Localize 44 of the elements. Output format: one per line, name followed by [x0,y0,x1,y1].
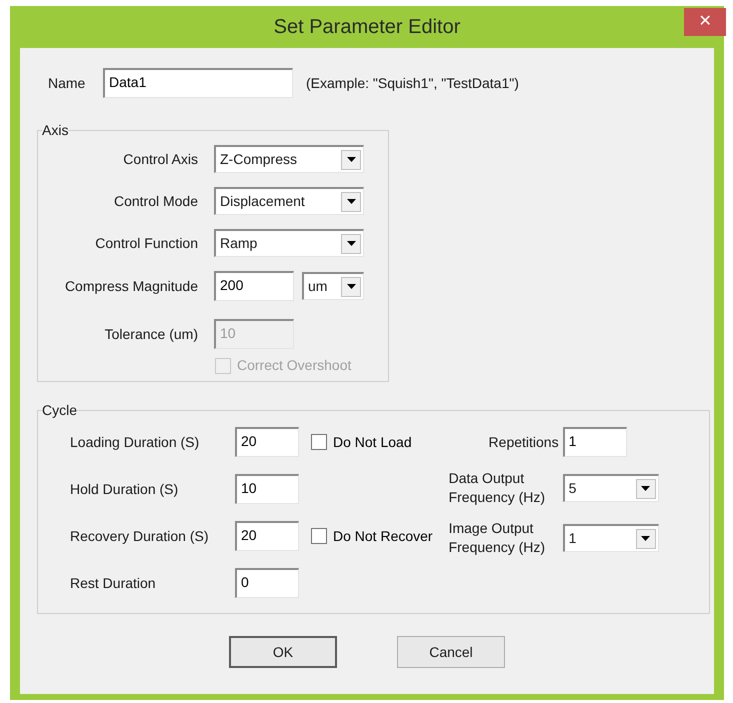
caret-icon [341,192,361,212]
group-title: Axis [42,121,68,140]
caret-icon [341,234,361,254]
name-field[interactable]: Data1 [103,68,293,98]
window-title: Set Parameter Editor [274,15,460,40]
caret-icon [341,150,361,170]
caret-icon [636,528,656,548]
dropdown[interactable]: um [302,272,364,300]
input-field[interactable]: 0 [235,568,299,598]
field-label: Rest Duration [70,574,157,592]
field-label: Image Output Frequency (Hz) [448,519,546,557]
checkbox-label: Do Not Recover [333,526,433,546]
input-field[interactable]: 20 [235,427,299,457]
dropdown[interactable]: 5 [562,474,659,502]
field-label: Hold Duration (S) [70,480,180,499]
field-label: Control Axis [122,150,198,168]
checkbox[interactable] [311,434,327,450]
field-label: Control Mode [112,192,198,210]
caret-icon [636,478,656,498]
dialog-button[interactable]: OK [229,636,337,668]
dropdown[interactable]: 1 [562,524,659,552]
field-label: Name [48,74,86,92]
checkbox-label: Do Not Load [333,432,412,452]
field-label: Compress Magnitude [64,276,198,296]
field-label: Repetitions [488,432,559,452]
field-label: Loading Duration (S) [70,432,200,452]
input-field[interactable]: 200 [214,271,294,301]
close-button[interactable]: ✕ [684,8,726,36]
field-label: Recovery Duration (S) [70,526,210,546]
checkbox-label: Correct Overshoot [237,356,352,375]
dropdown[interactable]: Displacement [214,187,364,215]
input-field[interactable]: 10 [235,474,299,504]
field-label: Control Function [94,234,198,252]
caret-icon [341,276,361,296]
checkbox[interactable] [311,528,327,544]
input-field[interactable]: 20 [235,521,299,551]
dropdown[interactable]: Z-Compress [214,145,364,173]
field-label: Data Output Frequency (Hz) [448,469,546,507]
input-field[interactable]: 1 [562,427,627,457]
dropdown[interactable]: Ramp [214,229,364,257]
field-label: Tolerance (um) [104,324,198,344]
group-title: Cycle [42,401,78,420]
dialog-button[interactable]: Cancel [397,636,505,668]
hint-text: (Example: "Squish1", "TestData1") [306,74,519,93]
